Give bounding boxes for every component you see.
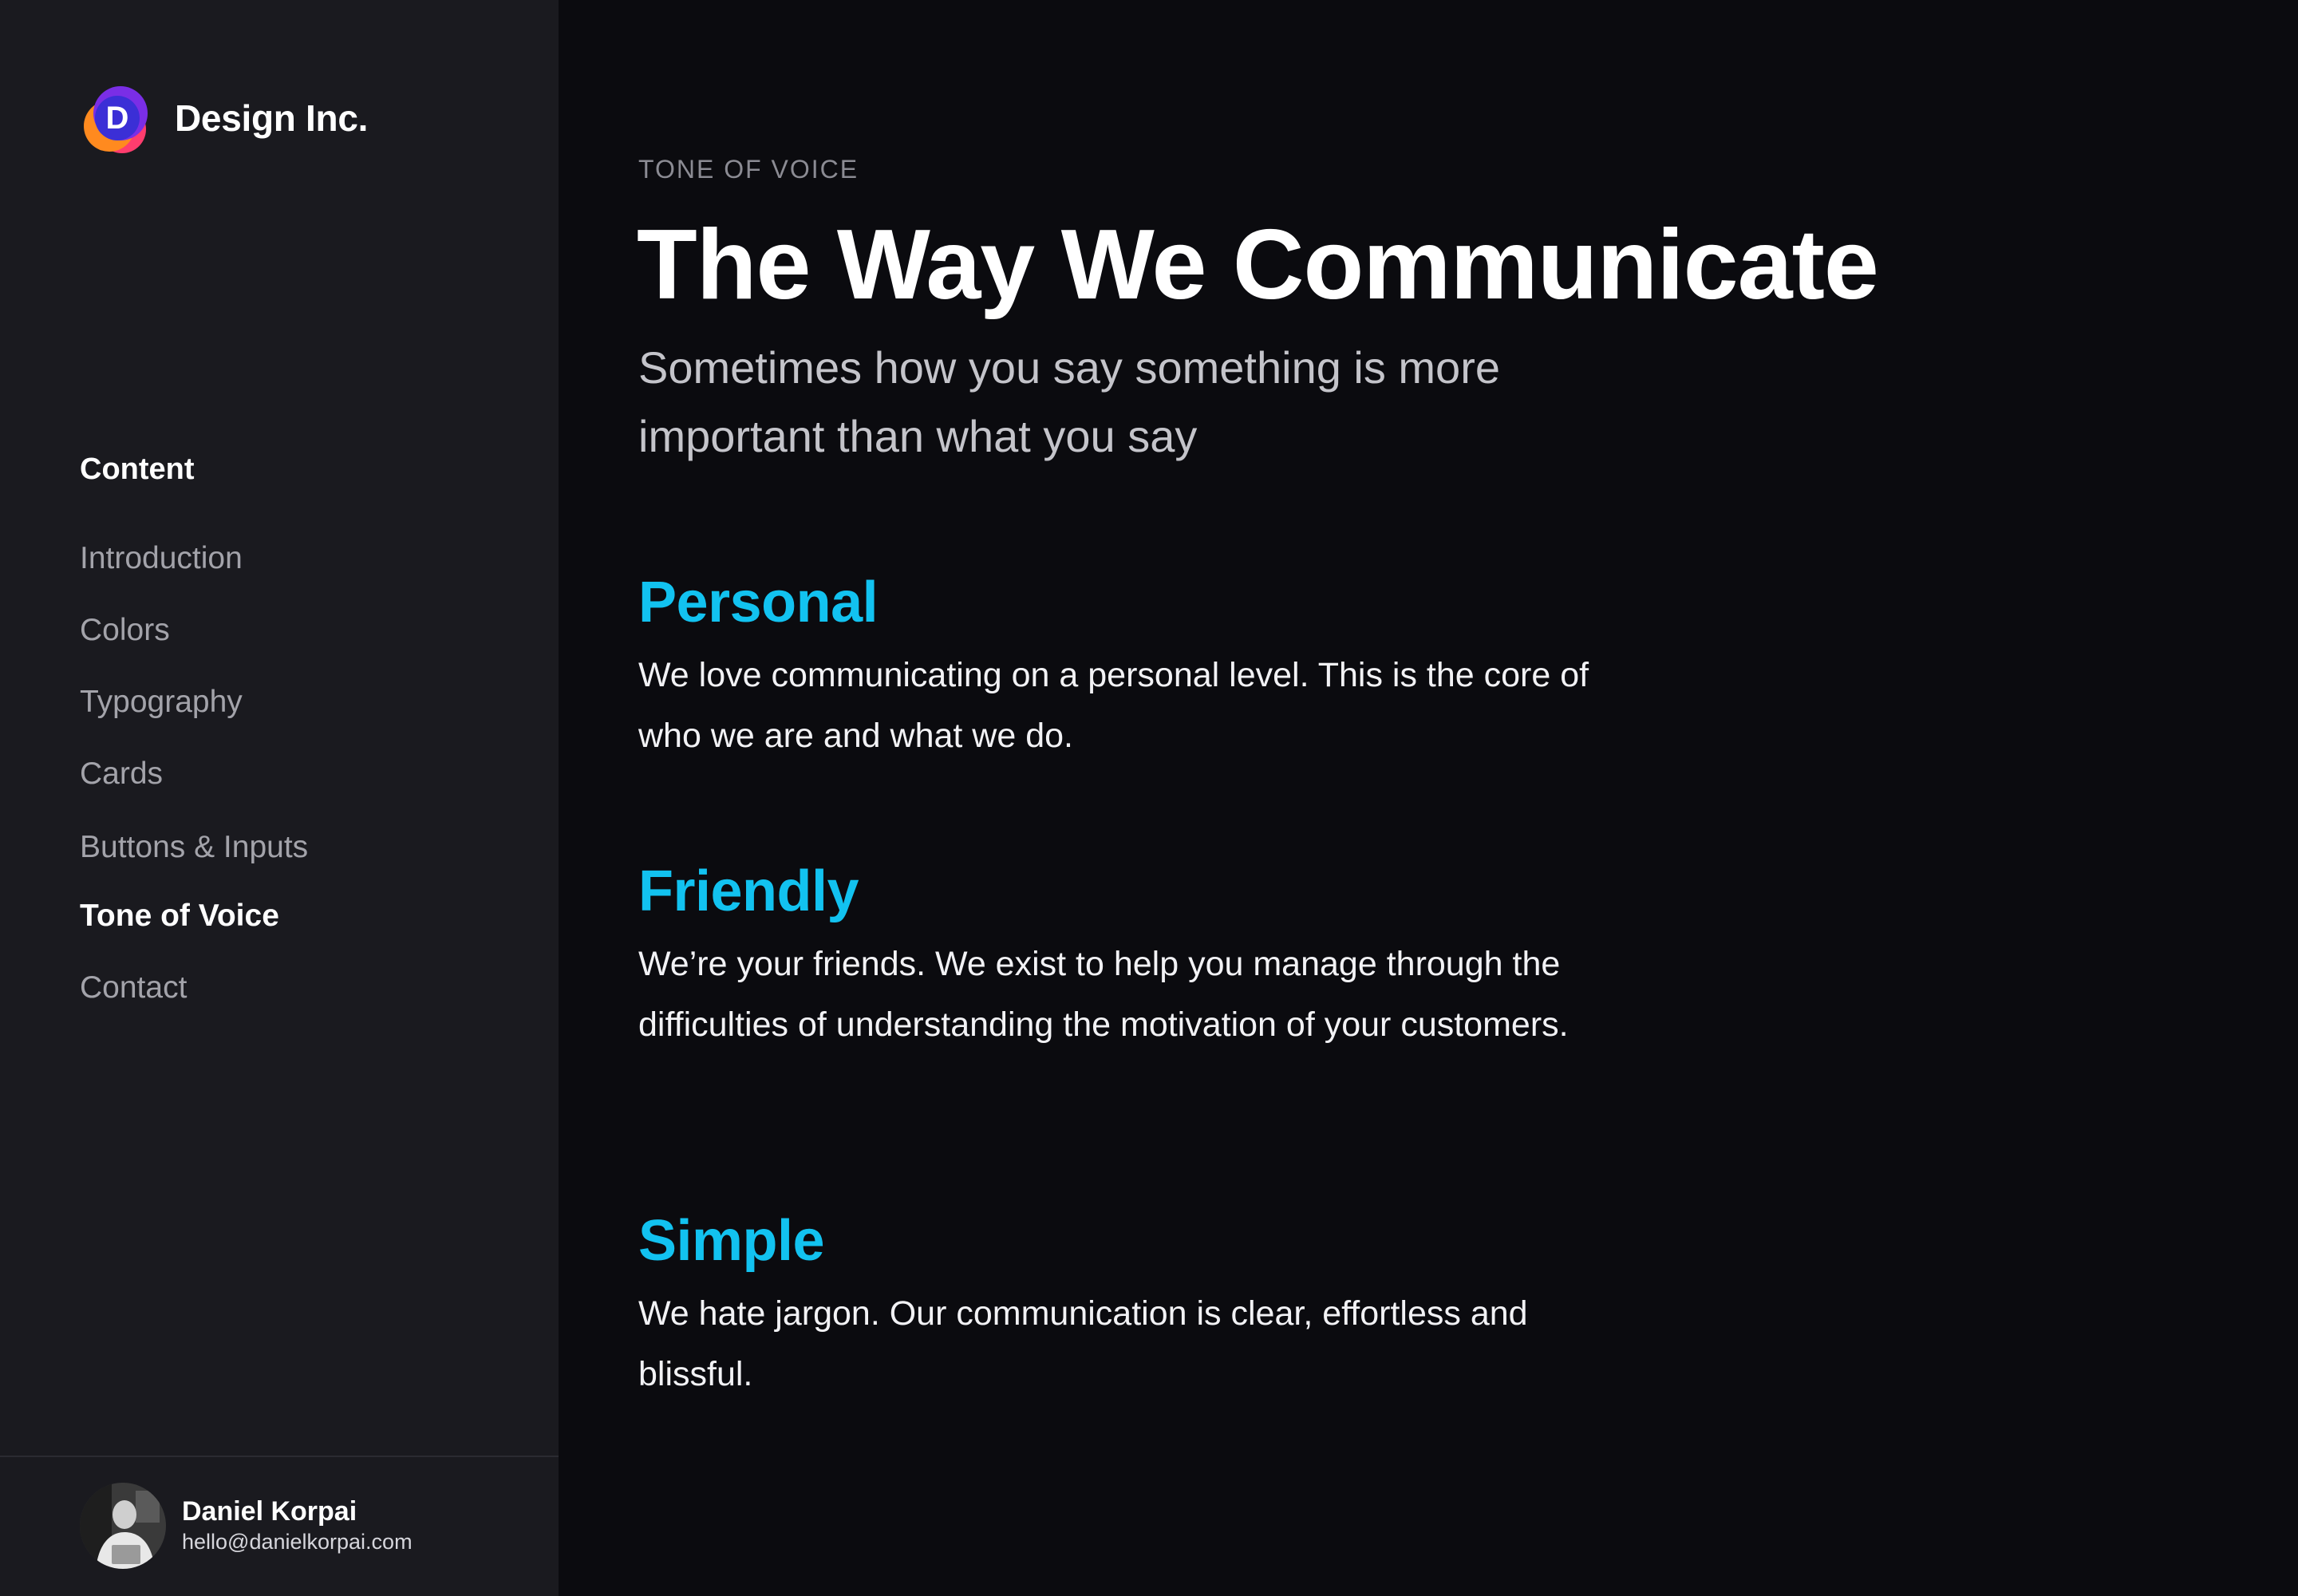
app-root: D Design Inc. Content Introduction Color… xyxy=(0,0,2298,1596)
page-title: The Way We Communicate xyxy=(637,210,1879,320)
section-body: We love communicating on a personal leve… xyxy=(638,656,1589,755)
avatar xyxy=(80,1483,166,1569)
section-friendly: Friendly We’re your friends. We exist to… xyxy=(638,855,1676,1055)
sidebar-divider xyxy=(0,1456,559,1457)
sidebar: D Design Inc. Content Introduction Color… xyxy=(0,0,559,1596)
section-simple: Simple We hate jargon. Our communication… xyxy=(638,1205,1676,1404)
section-body: We’re your friends. We exist to help you… xyxy=(638,945,1569,1044)
page-eyebrow: TONE OF VOICE xyxy=(638,155,859,184)
section-title: Simple xyxy=(638,1209,825,1273)
sidebar-item-colors[interactable]: Colors xyxy=(80,608,170,653)
profile-email[interactable]: hello@danielkorpai.com xyxy=(182,1527,413,1556)
profile-text: Daniel Korpai hello@danielkorpai.com xyxy=(182,1495,413,1556)
brand[interactable]: D Design Inc. xyxy=(81,81,368,155)
user-profile[interactable]: Daniel Korpai hello@danielkorpai.com xyxy=(80,1483,413,1569)
section-personal: Personal We love communicating on a pers… xyxy=(638,567,1676,766)
section-body: We hate jargon. Our communication is cle… xyxy=(638,1294,1528,1393)
sidebar-item-buttons-inputs[interactable]: Buttons & Inputs xyxy=(80,825,308,870)
section-title: Friendly xyxy=(638,859,859,923)
nav-heading: Content xyxy=(80,452,195,486)
section-title: Personal xyxy=(638,571,879,634)
user-photo-icon xyxy=(80,1483,166,1569)
sidebar-item-introduction[interactable]: Introduction xyxy=(80,536,243,581)
main-content: TONE OF VOICE The Way We Communicate Som… xyxy=(559,0,2298,1596)
brand-name: Design Inc. xyxy=(175,97,369,139)
sidebar-item-contact[interactable]: Contact xyxy=(80,966,187,1010)
sidebar-item-typography[interactable]: Typography xyxy=(80,680,243,725)
profile-name: Daniel Korpai xyxy=(182,1496,357,1527)
logo-icon: D xyxy=(81,81,154,155)
page-subtitle: Sometimes how you say something is more … xyxy=(638,342,1500,461)
sidebar-item-tone-of-voice[interactable]: Tone of Voice xyxy=(80,894,279,938)
logo-letter: D xyxy=(105,101,129,136)
sidebar-item-cards[interactable]: Cards xyxy=(80,752,163,796)
